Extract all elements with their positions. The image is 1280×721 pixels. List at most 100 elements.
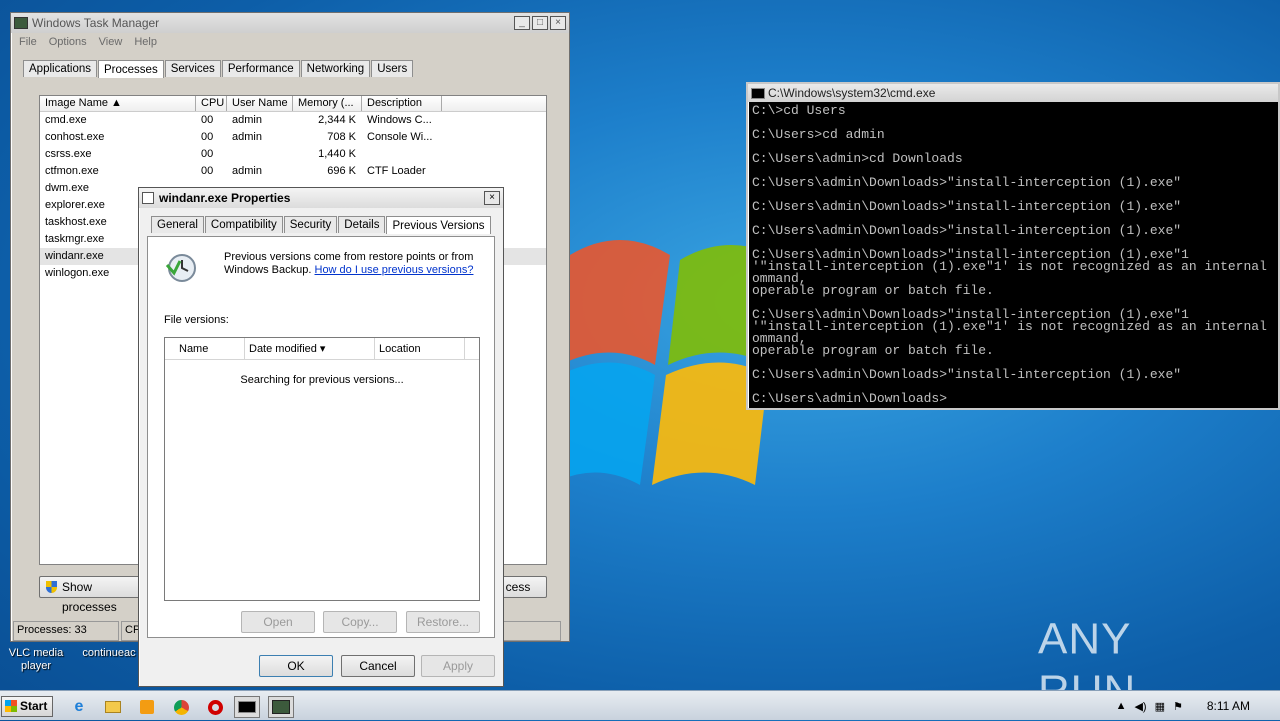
column-date-modified[interactable]: Date modified ▾ bbox=[245, 338, 375, 359]
tab-general[interactable]: General bbox=[151, 216, 204, 233]
chrome-icon[interactable] bbox=[168, 696, 194, 718]
task-manager-title: Windows Task Manager bbox=[32, 16, 160, 30]
opera-icon[interactable] bbox=[202, 696, 228, 718]
previous-versions-panel: Previous versions come from restore poin… bbox=[147, 236, 495, 638]
file-versions-list[interactable]: Name Date modified ▾ Location Searching … bbox=[164, 337, 480, 601]
cmd-line: C:\Users\admin\Downloads> bbox=[752, 391, 948, 406]
taskbar: Start e ▲ ◀) ▦ ⚑ 8:11 AM bbox=[0, 690, 1280, 720]
tab-applications[interactable]: Applications bbox=[23, 60, 98, 77]
desktop-icon-vlc[interactable]: VLC media player bbox=[4, 647, 68, 673]
cmd-line: operable program or batch file. bbox=[752, 283, 994, 298]
task-manager-taskbar-icon[interactable] bbox=[268, 696, 294, 718]
tab-previous-versions[interactable]: Previous Versions bbox=[386, 216, 491, 234]
process-cpu: 00 bbox=[201, 114, 214, 126]
file-versions-header: Name Date modified ▾ Location bbox=[165, 338, 479, 360]
minimize-button[interactable]: _ bbox=[514, 16, 530, 30]
tab-services[interactable]: Services bbox=[164, 60, 221, 77]
task-manager-titlebar[interactable]: Windows Task Manager _ □ × bbox=[11, 13, 569, 33]
process-name: cmd.exe bbox=[45, 114, 87, 126]
copy-button[interactable]: Copy... bbox=[323, 611, 397, 633]
cmd-title: C:\Windows\system32\cmd.exe bbox=[768, 86, 936, 100]
cmd-line: operable program or batch file. bbox=[752, 343, 994, 358]
process-memory: 708 K bbox=[327, 131, 356, 143]
cmd-window[interactable]: C:\Windows\system32\cmd.exe C:\>cd Users… bbox=[746, 82, 1280, 410]
process-memory: 1,440 K bbox=[318, 148, 356, 160]
task-manager-menubar: File Options View Help bbox=[11, 33, 569, 51]
column-name[interactable]: Name bbox=[165, 338, 245, 359]
cmd-output[interactable]: C:\>cd Users C:\Users>cd admin C:\Users\ad… bbox=[748, 102, 1278, 408]
ok-button[interactable]: OK bbox=[259, 655, 333, 677]
status-memory bbox=[503, 621, 561, 641]
process-user bbox=[227, 146, 293, 163]
column-image-name[interactable]: Image Name ▲ bbox=[40, 96, 196, 111]
volume-icon[interactable]: ◀) bbox=[1134, 700, 1146, 713]
process-user: admin bbox=[232, 114, 262, 126]
show-all-processes-button[interactable]: Show processes bbox=[39, 576, 149, 614]
menu-options[interactable]: Options bbox=[49, 36, 87, 48]
desktop-icons: VLC media player continueac bbox=[0, 645, 150, 680]
tab-users[interactable]: Users bbox=[371, 60, 414, 77]
cmd-taskbar-icon[interactable] bbox=[234, 696, 260, 718]
cmd-line: C:\Users\admin>cd Downloads bbox=[752, 151, 963, 166]
file-versions-label: File versions: bbox=[164, 314, 229, 326]
cancel-button[interactable]: Cancel bbox=[341, 655, 415, 677]
cmd-line: C:\Users\admin\Downloads>"install-interc… bbox=[752, 175, 1182, 190]
media-player-icon[interactable] bbox=[134, 696, 160, 718]
process-user: admin bbox=[232, 165, 262, 177]
properties-titlebar[interactable]: windanr.exe Properties × bbox=[139, 188, 503, 208]
action-center-icon[interactable]: ⚑ bbox=[1173, 700, 1183, 713]
process-row[interactable]: conhost.exe 00 admin 708 K Console Wi... bbox=[40, 129, 546, 146]
task-manager-tabs: Applications Processes Services Performa… bbox=[11, 59, 569, 78]
show-hidden-icons-icon[interactable]: ▲ bbox=[1116, 700, 1127, 712]
menu-view[interactable]: View bbox=[99, 36, 123, 48]
ie-icon[interactable]: e bbox=[66, 696, 92, 718]
folder-icon[interactable] bbox=[100, 696, 126, 718]
restore-clock-icon bbox=[165, 254, 196, 282]
column-memory[interactable]: Memory (... bbox=[293, 96, 362, 111]
menu-file[interactable]: File bbox=[19, 36, 37, 48]
uac-shield-icon bbox=[46, 581, 57, 593]
tab-details[interactable]: Details bbox=[338, 216, 386, 233]
cmd-line: '"install-interception (1).exe"1' is not… bbox=[752, 259, 1267, 274]
maximize-button[interactable]: □ bbox=[532, 16, 548, 30]
process-description: Console Wi... bbox=[367, 131, 433, 143]
cmd-titlebar[interactable]: C:\Windows\system32\cmd.exe bbox=[748, 84, 1278, 102]
cmd-icon bbox=[751, 87, 765, 99]
close-button[interactable]: × bbox=[550, 16, 566, 30]
status-processes: Processes: 33 bbox=[13, 621, 119, 641]
close-button[interactable]: × bbox=[484, 191, 500, 205]
process-description bbox=[362, 146, 442, 163]
tab-networking[interactable]: Networking bbox=[300, 60, 371, 77]
apply-button[interactable]: Apply bbox=[421, 655, 495, 677]
process-row[interactable]: cmd.exe 00 admin 2,344 K Windows C... bbox=[40, 112, 546, 129]
tab-compatibility[interactable]: Compatibility bbox=[204, 216, 283, 233]
process-memory: 2,344 K bbox=[318, 114, 356, 126]
column-cpu[interactable]: CPU bbox=[196, 96, 227, 111]
process-name: ctfmon.exe bbox=[45, 165, 99, 177]
tab-security[interactable]: Security bbox=[283, 216, 338, 233]
clock[interactable]: 8:11 AM bbox=[1207, 699, 1250, 713]
cmd-line: C:\Users>cd admin bbox=[752, 127, 885, 142]
column-user-name[interactable]: User Name bbox=[227, 96, 293, 111]
cmd-line: C:\Users\admin\Downloads>"install-interc… bbox=[752, 199, 1182, 214]
desktop-icon-continueac[interactable]: continueac bbox=[74, 647, 144, 660]
help-link[interactable]: How do I use previous versions? bbox=[315, 264, 474, 276]
process-cpu: 00 bbox=[201, 131, 214, 143]
menu-help[interactable]: Help bbox=[134, 36, 157, 48]
process-row[interactable]: ctfmon.exe 00 admin 696 K CTF Loader bbox=[40, 163, 546, 180]
searching-text: Searching for previous versions... bbox=[240, 374, 404, 386]
column-location[interactable]: Location bbox=[375, 338, 465, 359]
restore-button[interactable]: Restore... bbox=[406, 611, 480, 633]
exe-icon bbox=[142, 192, 154, 204]
network-icon[interactable]: ▦ bbox=[1155, 700, 1165, 713]
column-description[interactable]: Description bbox=[362, 96, 442, 111]
properties-tabs: General Compatibility Security Details P… bbox=[139, 215, 503, 234]
tab-performance[interactable]: Performance bbox=[221, 60, 300, 77]
process-row[interactable]: csrss.exe 00 1,440 K bbox=[40, 146, 546, 163]
process-name: csrss.exe bbox=[45, 148, 92, 160]
tab-processes[interactable]: Processes bbox=[98, 60, 164, 78]
process-description: CTF Loader bbox=[367, 165, 426, 177]
task-manager-icon bbox=[14, 17, 28, 29]
open-button[interactable]: Open bbox=[241, 611, 315, 633]
start-button[interactable]: Start bbox=[1, 696, 53, 717]
